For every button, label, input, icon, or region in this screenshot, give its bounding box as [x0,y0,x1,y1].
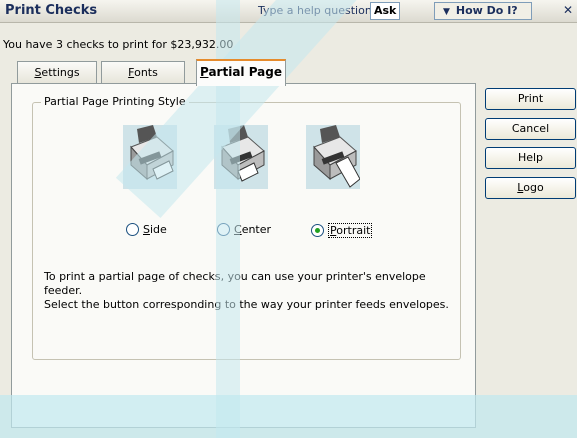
tab-settings[interactable]: Settings [17,61,97,84]
radio-side-circle[interactable] [126,223,139,236]
help-question-label: Type a help question [258,4,372,17]
triangle-down-icon: ▼ [443,7,450,17]
printer-side-icon [123,125,177,189]
group-legend: Partial Page Printing Style [41,95,189,108]
tab-label-rest: ettings [41,66,80,79]
radio-center-circle[interactable] [217,223,230,236]
printer-center-icon [214,125,268,189]
print-button[interactable]: Print [485,88,576,110]
radio-center-label: Center [234,223,271,236]
how-do-i-label: How Do I? [455,4,518,17]
close-icon[interactable]: ✕ [561,3,575,18]
instructions-text: To print a partial page of checks, you c… [44,270,464,312]
radio-mnemonic: S [143,223,150,236]
radio-portrait[interactable]: Portrait [311,223,373,238]
radio-mnemonic: C [234,223,242,236]
tab-partial-page[interactable]: Partial Page [196,59,286,86]
title-bar: Print Checks Type a help question Ask ▼ H… [0,0,577,23]
tab-fonts[interactable]: Fonts [101,61,185,84]
button-label-rest: ogo [523,181,544,194]
tab-label-rest: onts [134,66,158,79]
logo-button[interactable]: Logo [485,177,576,199]
instructions-line-1: To print a partial page of checks, you c… [44,270,426,297]
printer-portrait-icon [306,125,360,189]
radio-label-rest: ide [149,223,167,236]
radio-side-label: Side [143,223,167,236]
help-button[interactable]: Help [485,147,576,169]
radio-center[interactable]: Center [217,223,271,236]
radio-portrait-circle[interactable] [311,224,324,237]
window-title: Print Checks [5,3,98,18]
cancel-button[interactable]: Cancel [485,118,576,140]
radio-label-rest: enter [241,223,272,236]
tab-label-rest: artial Page [208,65,283,79]
checks-summary: You have 3 checks to print for $23,932.0… [3,38,234,51]
radio-side[interactable]: Side [126,223,167,236]
partial-page-style-group: Partial Page Printing Style Side Center … [32,95,461,360]
ask-button[interactable]: Ask [370,2,401,20]
how-do-i-button[interactable]: ▼ How Do I? [434,2,532,20]
partial-page-panel: Partial Page Printing Style Side Center … [11,83,476,428]
instructions-line-2: Select the button corresponding to the w… [44,298,449,311]
radio-portrait-label: Portrait [328,223,373,238]
radio-label-rest: ortrait [336,224,371,237]
